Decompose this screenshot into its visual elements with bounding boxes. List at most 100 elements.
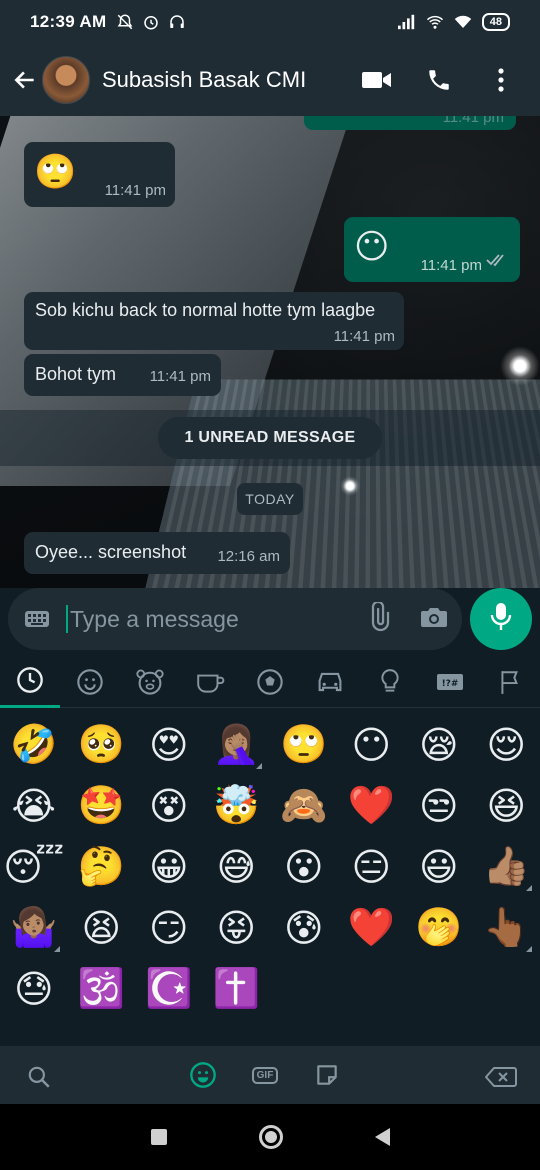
emoji-key[interactable]: 🤦🏽‍♀️: [203, 714, 271, 775]
mute-bell-icon: [116, 13, 134, 31]
message-time: 11:41 pm: [149, 368, 211, 385]
emoji-key[interactable]: 🤯: [203, 775, 271, 836]
voice-call-icon[interactable]: [424, 65, 454, 95]
gif-label: GIF: [251, 1066, 279, 1084]
emoji-key[interactable]: 😫: [68, 897, 136, 958]
emoji-key[interactable]: 🙈: [270, 775, 338, 836]
keyboard-icon[interactable]: [22, 604, 52, 634]
gif-tab-button[interactable]: GIF: [248, 1058, 282, 1092]
emoji-key[interactable]: 😶: [338, 714, 406, 775]
emoji-key[interactable]: 😍: [135, 714, 203, 775]
message-bubble-incoming[interactable]: 🙄 11:41 pm: [24, 142, 175, 207]
emoji-key[interactable]: 😒: [405, 775, 473, 836]
message-bubble-incoming[interactable]: Oyee... screenshot 12:16 am: [24, 532, 290, 574]
emoji-key[interactable]: ❤️: [338, 897, 406, 958]
emoji-toolbar: GIF: [0, 1046, 540, 1104]
status-bar: 12:39 AM 48: [0, 0, 540, 44]
emoji-key[interactable]: 😃: [405, 836, 473, 897]
svg-text:!?#: !?#: [442, 679, 459, 689]
contact-name[interactable]: Subasish Basak CMI: [102, 67, 306, 93]
message-text: Oyee... screenshot: [35, 542, 187, 562]
back-arrow-icon[interactable]: [10, 60, 40, 100]
compose-bar: [0, 588, 540, 656]
emoji-key[interactable]: 🤣: [0, 714, 68, 775]
message-emoji: 🙄: [34, 153, 77, 191]
unread-messages-badge: 1 UNREAD MESSAGE: [158, 417, 382, 459]
camera-icon[interactable]: [420, 604, 448, 635]
emoji-key[interactable]: 😆: [473, 775, 540, 836]
travel-icon[interactable]: [300, 656, 360, 708]
emoji-key[interactable]: ✝️: [203, 958, 271, 1019]
microphone-icon: [490, 602, 512, 637]
emoji-key[interactable]: 🤩: [68, 775, 136, 836]
emoji-key[interactable]: 😀: [135, 836, 203, 897]
chat-header: Subasish Basak CMI: [0, 44, 540, 116]
smileys-icon[interactable]: [60, 656, 120, 708]
message-input[interactable]: [70, 605, 340, 633]
backspace-icon[interactable]: [484, 1060, 518, 1094]
wallpaper-light: [500, 346, 540, 386]
emoji-key[interactable]: 😪: [405, 714, 473, 775]
emoji-key[interactable]: 😴: [0, 836, 68, 897]
emoji-key[interactable]: 😭: [0, 775, 68, 836]
video-call-icon[interactable]: [362, 65, 392, 95]
message-bubble-incoming[interactable]: Bohot tym 11:41 pm: [24, 354, 221, 396]
search-icon[interactable]: [22, 1060, 56, 1094]
emoji-key[interactable]: 😝: [203, 897, 271, 958]
avatar[interactable]: [42, 56, 90, 104]
emoji-key[interactable]: 🤭: [405, 897, 473, 958]
message-time: 11:41 pm: [333, 328, 395, 345]
emoji-key[interactable]: 😅: [203, 836, 271, 897]
sticker-icon[interactable]: [310, 1058, 344, 1092]
emoji-key[interactable]: 😮: [270, 836, 338, 897]
emoji-key[interactable]: 👆🏾: [473, 897, 540, 958]
wifi-calling-icon: [426, 13, 444, 31]
recents-square-icon[interactable]: [150, 1129, 167, 1145]
emoji-key[interactable]: 😑: [338, 836, 406, 897]
emoji-category-tabs: !?#: [0, 656, 540, 708]
message-input-container[interactable]: [8, 588, 462, 650]
recent-icon[interactable]: [0, 656, 60, 708]
emoji-key[interactable]: ❤️: [338, 775, 406, 836]
system-nav-bar: [0, 1104, 540, 1170]
emoji-key[interactable]: 🕉️: [68, 958, 136, 1019]
emoji-key[interactable]: 😌: [473, 714, 540, 775]
alarm-icon: [142, 13, 160, 31]
wifi-icon: [454, 13, 472, 31]
objects-icon[interactable]: [360, 656, 420, 708]
emoji-key[interactable]: 🙄: [270, 714, 338, 775]
flags-icon[interactable]: [480, 656, 540, 708]
message-bubble-outgoing[interactable]: 11:41 pm: [304, 116, 516, 130]
message-bubble-incoming[interactable]: Sob kichu back to normal hotte tym laagb…: [24, 292, 404, 350]
chat-area[interactable]: 11:41 pm 🙄 11:41 pm 😶 11:41 pm Sob kichu…: [0, 116, 540, 588]
emoji-tab-icon[interactable]: [186, 1058, 220, 1092]
emoji-key[interactable]: 🤔: [68, 836, 136, 897]
symbols-icon[interactable]: !?#: [420, 656, 480, 708]
message-bubble-outgoing[interactable]: 😶 11:41 pm: [344, 217, 520, 282]
message-time: 11:41 pm: [104, 182, 166, 199]
mic-button[interactable]: [470, 588, 532, 650]
emoji-key[interactable]: 🥺: [68, 714, 136, 775]
more-options-icon[interactable]: [486, 65, 516, 95]
emoji-panel: !?# 🤣 🥺 😍 🤦🏽‍♀️ 🙄 😶 😪 😌 😭 🤩 😵 🤯 🙈 ❤️ 😒 😆 😴 🤔 😀 😅 😮 😑 😃 👍🏽 🤷🏽‍♀️ 😫…: [0, 656, 540, 1046]
activity-icon[interactable]: [240, 656, 300, 708]
attach-icon[interactable]: [364, 600, 394, 637]
signal-icon: [397, 13, 416, 31]
food-icon[interactable]: [180, 656, 240, 708]
message-time: 12:16 am: [217, 548, 280, 565]
emoji-key[interactable]: 😏: [135, 897, 203, 958]
back-triangle-icon[interactable]: [374, 1128, 390, 1146]
emoji-key[interactable]: 😰: [270, 897, 338, 958]
home-circle-icon[interactable]: [258, 1125, 283, 1149]
emoji-key[interactable]: ☪️: [135, 958, 203, 1019]
battery-icon: 48: [481, 13, 510, 31]
text-cursor: [66, 605, 68, 633]
emoji-key[interactable]: 😵: [135, 775, 203, 836]
emoji-key[interactable]: 🤷🏽‍♀️: [0, 897, 68, 958]
message-text: Bohot tym: [35, 364, 117, 384]
emoji-grid: 🤣 🥺 😍 🤦🏽‍♀️ 🙄 😶 😪 😌 😭 🤩 😵 🤯 🙈 ❤️ 😒 😆 😴 🤔 😀 😅 😮 😑 😃 👍🏽 🤷🏽‍♀️ 😫 😏 😝 😰 ❤…: [0, 708, 540, 1019]
animals-icon[interactable]: [120, 656, 180, 708]
emoji-key[interactable]: 😓: [0, 958, 68, 1019]
double-check-icon: [486, 251, 508, 272]
emoji-key[interactable]: 👍🏽: [473, 836, 540, 897]
